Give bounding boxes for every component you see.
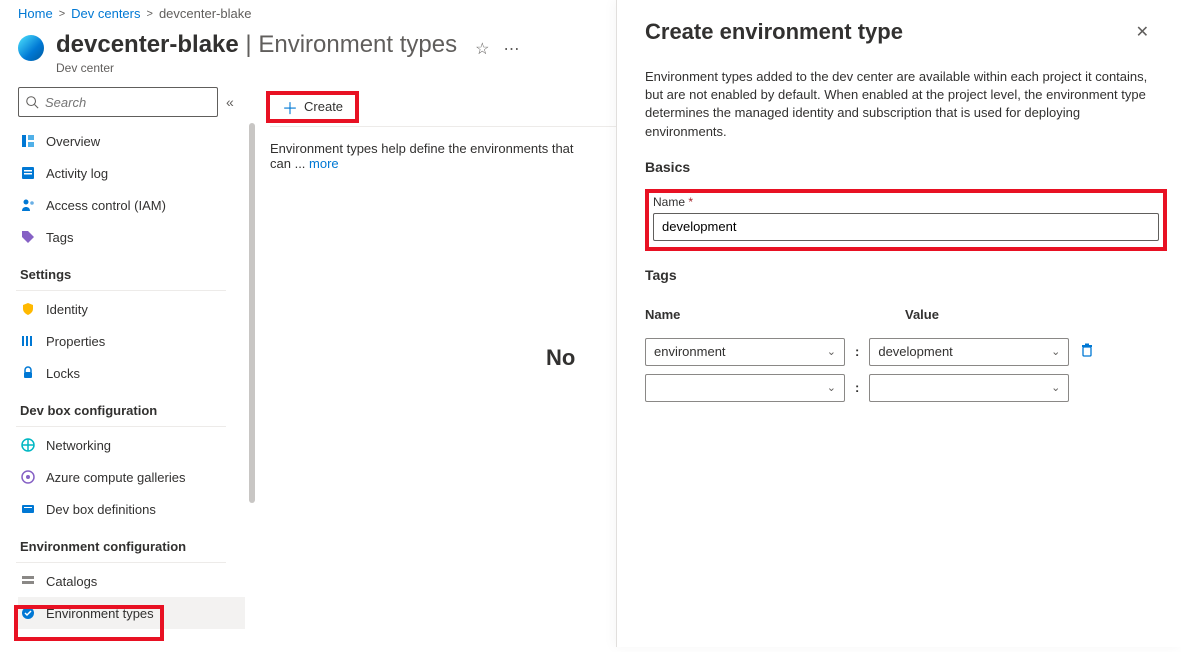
sidebar-search[interactable]: [18, 87, 218, 117]
tag-row-empty: ⌄ : ⌄: [645, 374, 1153, 402]
sidebar-item-catalogs[interactable]: Catalogs: [18, 565, 245, 597]
sidebar-item-galleries[interactable]: Azure compute galleries: [18, 461, 245, 493]
sidebar-item-iam[interactable]: Access control (IAM): [18, 189, 245, 221]
sidebar-label: Properties: [46, 334, 105, 349]
tags-icon: [20, 229, 36, 245]
tag-name-value: environment: [654, 344, 726, 359]
breadcrumb-current: devcenter-blake: [159, 6, 252, 21]
create-label: Create: [304, 99, 343, 114]
section-basics: Basics: [645, 159, 1153, 175]
sidebar-item-properties[interactable]: Properties: [18, 325, 245, 357]
breadcrumb-home[interactable]: Home: [18, 6, 53, 21]
description-text: Environment types help define the enviro…: [270, 127, 590, 171]
tag-value-select-empty[interactable]: ⌄: [869, 374, 1069, 402]
tag-name-select-empty[interactable]: ⌄: [645, 374, 845, 402]
sidebar-section-envconf: Environment configuration: [18, 525, 245, 560]
sidebar-item-locks[interactable]: Locks: [18, 357, 245, 389]
iam-icon: [20, 197, 36, 213]
search-input[interactable]: [45, 95, 223, 110]
chevron-down-icon: ⌄: [827, 345, 836, 358]
sidebar-label: Networking: [46, 438, 111, 453]
divider: [16, 562, 226, 563]
galleries-icon: [20, 469, 36, 485]
more-actions-icon[interactable]: ⋯: [503, 39, 519, 59]
name-input[interactable]: [653, 213, 1159, 241]
sidebar-item-identity[interactable]: Identity: [18, 293, 245, 325]
properties-icon: [20, 333, 36, 349]
divider: [16, 426, 226, 427]
title-main: devcenter-blake: [56, 31, 239, 58]
sidebar-section-settings: Settings: [18, 253, 245, 288]
sidebar-label: Overview: [46, 134, 100, 149]
tags-table: Name Value environment ⌄ : development ⌄…: [645, 307, 1153, 402]
chevron-right-icon: >: [147, 8, 153, 20]
sidebar-label: Azure compute galleries: [46, 470, 185, 485]
sidebar-item-networking[interactable]: Networking: [18, 429, 245, 461]
divider: [16, 290, 226, 291]
sidebar-label: Catalogs: [46, 574, 97, 589]
sidebar-section-devbox: Dev box configuration: [18, 389, 245, 424]
name-label-text: Name: [653, 195, 688, 209]
tags-header-value: Value: [905, 307, 1125, 322]
tag-name-select[interactable]: environment ⌄: [645, 338, 845, 366]
sidebar-label: Identity: [46, 302, 88, 317]
activitylog-icon: [20, 165, 36, 181]
page-title: devcenter-blake | Environment types: [56, 31, 457, 59]
identity-icon: [20, 301, 36, 317]
environment-types-icon: [20, 605, 36, 621]
sidebar-label: Dev box definitions: [46, 502, 156, 517]
networking-icon: [20, 437, 36, 453]
sidebar-label: Locks: [46, 366, 80, 381]
section-tags: Tags: [645, 267, 1153, 283]
locks-icon: [20, 365, 36, 381]
delete-tag-icon[interactable]: [1079, 342, 1095, 361]
sidebar-item-tags[interactable]: Tags: [18, 221, 245, 253]
sidebar-label: Tags: [46, 230, 73, 245]
chevron-right-icon: >: [59, 8, 65, 20]
title-suffix: | Environment types: [239, 31, 457, 58]
sidebar: « Overview Activity log Access control (…: [0, 85, 245, 652]
sidebar-item-overview[interactable]: Overview: [18, 125, 245, 157]
tag-row: environment ⌄ : development ⌄: [645, 338, 1153, 366]
search-icon: [25, 95, 39, 109]
colon: :: [855, 380, 859, 395]
close-icon[interactable]: ✕: [1132, 18, 1153, 46]
collapse-sidebar-icon[interactable]: «: [226, 94, 234, 110]
definitions-icon: [20, 501, 36, 517]
name-label: Name *: [653, 195, 1159, 209]
breadcrumb-devcenters[interactable]: Dev centers: [71, 6, 140, 21]
tag-value-value: development: [878, 344, 952, 359]
overview-icon: [20, 133, 36, 149]
sidebar-item-activitylog[interactable]: Activity log: [18, 157, 245, 189]
panel-title: Create environment type: [645, 19, 903, 45]
learn-more-link[interactable]: more: [309, 156, 339, 171]
create-environment-type-panel: Create environment type ✕ Environment ty…: [616, 0, 1181, 647]
name-field-highlight: Name *: [645, 189, 1167, 251]
sidebar-label: Activity log: [46, 166, 108, 181]
colon: :: [855, 344, 859, 359]
sidebar-item-definitions[interactable]: Dev box definitions: [18, 493, 245, 525]
required-asterisk: *: [688, 195, 693, 209]
chevron-down-icon: ⌄: [1051, 345, 1060, 358]
create-button[interactable]: ＋ Create: [266, 91, 359, 123]
tag-value-select[interactable]: development ⌄: [869, 338, 1069, 366]
tags-header-name: Name: [645, 307, 865, 322]
devcenter-icon: [18, 35, 44, 61]
sidebar-label: Access control (IAM): [46, 198, 166, 213]
chevron-down-icon: ⌄: [827, 381, 836, 394]
sidebar-label: Environment types: [46, 606, 154, 621]
favorite-star-icon[interactable]: ☆: [475, 39, 489, 59]
sidebar-item-environment-types[interactable]: Environment types: [18, 597, 245, 629]
chevron-down-icon: ⌄: [1051, 381, 1060, 394]
plus-icon: ＋: [282, 95, 298, 119]
page-subtitle: Dev center: [56, 61, 457, 75]
empty-state-text: No: [546, 345, 575, 371]
panel-description: Environment types added to the dev cente…: [645, 68, 1153, 141]
catalogs-icon: [20, 573, 36, 589]
